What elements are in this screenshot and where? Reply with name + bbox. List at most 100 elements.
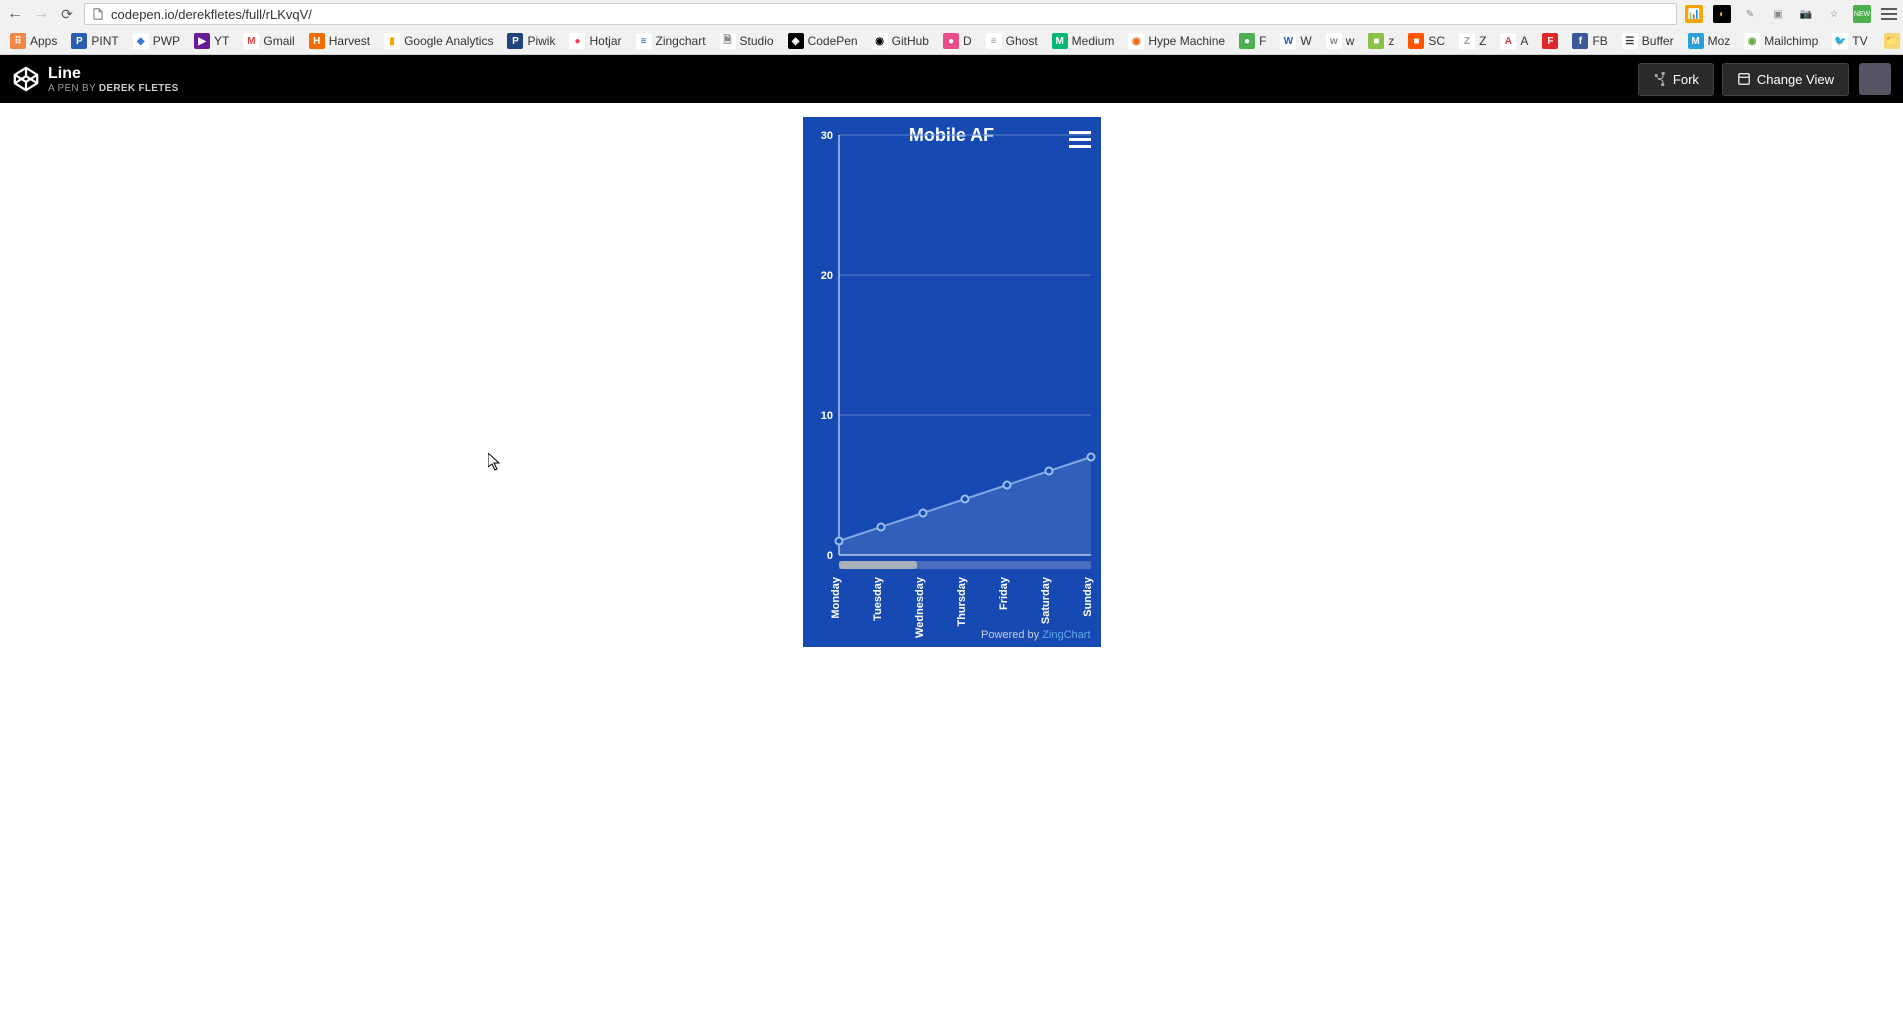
bookmark-item[interactable]: ZZ bbox=[1453, 31, 1492, 51]
bookmark-item[interactable]: WW bbox=[1274, 31, 1317, 51]
star-icon[interactable]: ☆ bbox=[1825, 5, 1843, 23]
bookmark-item[interactable]: AA bbox=[1494, 31, 1534, 51]
forward-button[interactable]: → bbox=[32, 5, 50, 23]
bookmark-item[interactable]: ☰Buffer bbox=[1616, 31, 1680, 51]
fork-button[interactable]: Fork bbox=[1638, 63, 1714, 96]
back-button[interactable]: ← bbox=[6, 5, 24, 23]
bookmark-favicon: P bbox=[71, 33, 87, 49]
bookmark-favicon: ☰ bbox=[1622, 33, 1638, 49]
ext-icon-5[interactable]: 📷 bbox=[1797, 5, 1815, 23]
bookmark-item[interactable]: ⠿ Apps bbox=[4, 31, 63, 51]
zingchart-link[interactable]: ZingChart bbox=[1042, 629, 1090, 641]
y-axis-tick: 30 bbox=[820, 130, 832, 142]
ext-icon-6[interactable]: NEW bbox=[1853, 5, 1871, 23]
extension-icons: 📊 ◐ ✎ ▣ 📷 ☆ NEW bbox=[1685, 5, 1897, 23]
bookmark-item[interactable]: ●F bbox=[1233, 31, 1272, 51]
bookmark-label: PWP bbox=[153, 34, 180, 48]
view-icon bbox=[1737, 72, 1751, 86]
bookmark-item[interactable]: MMoz bbox=[1682, 31, 1737, 51]
bookmark-label: F bbox=[1259, 34, 1266, 48]
bookmarks-bar: ⠿ Apps PPINT◆PWP▶YTMGmailHHarvest▮Google A… bbox=[0, 28, 1903, 54]
pen-title: Line bbox=[48, 65, 179, 83]
bookmark-favicon: ● bbox=[569, 33, 585, 49]
x-axis-tick: Saturday bbox=[1040, 576, 1052, 624]
bookmark-item[interactable]: ≡Ghost bbox=[980, 31, 1044, 51]
bookmark-label: W bbox=[1300, 34, 1311, 48]
bookmark-item[interactable]: 🗎Studio bbox=[714, 31, 780, 51]
bookmark-favicon: F bbox=[1542, 33, 1558, 49]
bookmark-item[interactable]: PPiwik bbox=[501, 31, 561, 51]
bookmark-favicon: W bbox=[1280, 33, 1296, 49]
bookmark-item[interactable]: ◆PWP bbox=[127, 31, 186, 51]
bookmark-item[interactable]: F bbox=[1536, 31, 1564, 51]
bookmark-favicon: 🗎 bbox=[720, 33, 736, 49]
bookmark-label: D bbox=[963, 34, 972, 48]
bookmark-label: w bbox=[1346, 34, 1355, 48]
ext-icon-2[interactable]: ◐ bbox=[1713, 5, 1731, 23]
codepen-header: Line A PEN BY Derek Fletes Fork Change V… bbox=[0, 55, 1903, 103]
bookmark-item[interactable]: ● Hotjar bbox=[563, 31, 627, 51]
codepen-logo-icon[interactable] bbox=[12, 65, 40, 93]
bookmark-favicon: ■ bbox=[1368, 33, 1384, 49]
bookmark-label: YT bbox=[214, 34, 229, 48]
reload-button[interactable]: ⟳ bbox=[58, 5, 76, 23]
chart-data-point[interactable] bbox=[919, 510, 926, 517]
bookmark-item[interactable]: ≡Zingchart bbox=[630, 31, 712, 51]
chart-data-point[interactable] bbox=[1003, 482, 1010, 489]
bookmark-item[interactable]: ◉GitHub bbox=[866, 31, 935, 51]
bookmark-favicon: ⠿ bbox=[10, 33, 26, 49]
chrome-menu-icon[interactable] bbox=[1881, 8, 1897, 20]
bookmark-label: Zingchart bbox=[656, 34, 706, 48]
bookmark-item[interactable]: fFB bbox=[1566, 31, 1613, 51]
bookmark-label: Z bbox=[1479, 34, 1486, 48]
pen-byline: A PEN BY Derek Fletes bbox=[48, 83, 179, 94]
bookmark-label: FB bbox=[1592, 34, 1607, 48]
bookmark-item[interactable]: ▮Google Analytics bbox=[378, 31, 499, 51]
ext-icon-3[interactable]: ✎ bbox=[1741, 5, 1759, 23]
chart-data-point[interactable] bbox=[1087, 454, 1094, 461]
bookmark-item[interactable]: ◉Mailchimp bbox=[1738, 31, 1824, 51]
bookmark-item[interactable]: ww bbox=[1320, 31, 1361, 51]
url-text: codepen.io/derekfletes/full/rLKvqV/ bbox=[111, 7, 312, 22]
bookmark-item[interactable]: ◉Hype Machine bbox=[1122, 31, 1231, 51]
chart-card: Mobile AF 0102030MondayTuesdayWednesdayT… bbox=[803, 117, 1101, 647]
bookmark-label: Apps bbox=[30, 34, 57, 48]
ext-icon-4[interactable]: ▣ bbox=[1769, 5, 1787, 23]
bookmark-label: Hype Machine bbox=[1148, 34, 1225, 48]
bookmark-favicon: ◉ bbox=[1744, 33, 1760, 49]
bookmark-item[interactable]: MMedium bbox=[1046, 31, 1121, 51]
bookmark-item[interactable]: ■z bbox=[1362, 31, 1400, 51]
bookmark-favicon: A bbox=[1500, 33, 1516, 49]
folder-icon: 📁 bbox=[1884, 33, 1900, 49]
bookmark-item[interactable]: ■SC bbox=[1402, 31, 1451, 51]
bookmark-label: Hotjar bbox=[589, 34, 621, 48]
bookmark-item[interactable]: ●D bbox=[937, 31, 978, 51]
chart-data-point[interactable] bbox=[877, 524, 884, 531]
bookmark-favicon: ≡ bbox=[986, 33, 1002, 49]
chart-footer: Powered by ZingChart bbox=[981, 629, 1090, 641]
bookmark-item[interactable]: ◈CodePen bbox=[782, 31, 864, 51]
fork-icon bbox=[1653, 72, 1667, 86]
bookmark-item[interactable]: PPINT bbox=[65, 31, 124, 51]
chart-scroll-thumb[interactable] bbox=[839, 561, 917, 569]
bookmark-item[interactable]: MGmail bbox=[237, 31, 300, 51]
pen-title-block: Line A PEN BY Derek Fletes bbox=[48, 65, 179, 94]
bookmark-item[interactable]: 🐦TV bbox=[1826, 31, 1873, 51]
y-axis-tick: 0 bbox=[826, 550, 832, 562]
chart-data-point[interactable] bbox=[835, 538, 842, 545]
user-avatar[interactable] bbox=[1859, 63, 1891, 95]
other-bookmarks[interactable]: 📁Other bookmarks bbox=[1878, 31, 1903, 51]
bookmark-favicon: M bbox=[243, 33, 259, 49]
chart-data-point[interactable] bbox=[961, 496, 968, 503]
browser-chrome: ← → ⟳ codepen.io/derekfletes/full/rLKvqV… bbox=[0, 0, 1903, 55]
bookmark-item[interactable]: HHarvest bbox=[303, 31, 376, 51]
bookmark-favicon: M bbox=[1688, 33, 1704, 49]
ext-icon-1[interactable]: 📊 bbox=[1685, 5, 1703, 23]
chart-data-point[interactable] bbox=[1045, 468, 1052, 475]
bookmark-item[interactable]: ▶YT bbox=[188, 31, 235, 51]
pen-author[interactable]: Derek Fletes bbox=[99, 83, 179, 94]
x-axis-tick: Sunday bbox=[1082, 576, 1094, 617]
url-bar[interactable]: codepen.io/derekfletes/full/rLKvqV/ bbox=[84, 3, 1677, 25]
bookmark-favicon: ● bbox=[1239, 33, 1255, 49]
change-view-button[interactable]: Change View bbox=[1722, 63, 1849, 96]
